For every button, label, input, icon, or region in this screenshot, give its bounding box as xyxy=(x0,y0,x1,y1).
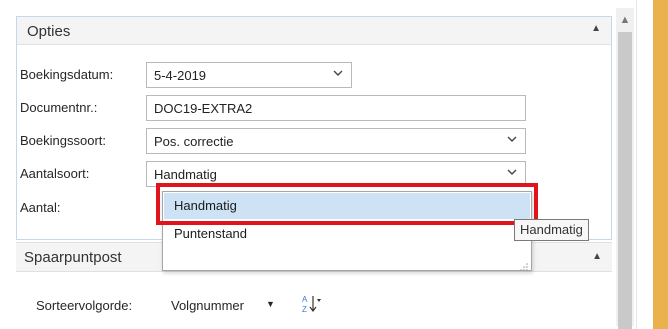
svg-text:A: A xyxy=(302,295,308,304)
resize-grip-icon[interactable] xyxy=(520,259,528,271)
boekingssoort-label: Boekingssoort: xyxy=(20,133,106,148)
options-title: Opties xyxy=(27,23,71,40)
scrollbar-thumb[interactable] xyxy=(618,32,632,329)
documentnr-label: Documentnr.: xyxy=(20,100,98,115)
side-gap xyxy=(636,0,653,329)
boekingsdatum-label: Boekingsdatum: xyxy=(20,67,114,82)
sort-label: Sorteervolgorde: xyxy=(36,298,133,313)
aantalsoort-label: Aantalsoort: xyxy=(20,166,90,181)
vertical-scrollbar[interactable]: ▲ xyxy=(616,8,634,329)
documentnr-value: DOC19-EXTRA2 xyxy=(154,101,253,116)
sort-az-icon[interactable]: A Z xyxy=(300,293,322,315)
scroll-up-icon[interactable]: ▲ xyxy=(616,10,634,30)
highlight-annotation xyxy=(156,183,538,225)
options-panel-header[interactable]: Opties ▲ xyxy=(17,17,611,45)
collapse-icon[interactable]: ▲ xyxy=(591,23,601,34)
caret-down-icon[interactable]: ▼ xyxy=(266,299,275,309)
spaarpuntpost-title: Spaarpuntpost xyxy=(24,249,122,266)
boekingsdatum-field[interactable]: 5-4-2019 xyxy=(146,62,352,88)
chevron-down-icon[interactable] xyxy=(507,134,517,144)
chevron-down-icon[interactable] xyxy=(333,68,343,78)
aantalsoort-value: Handmatig xyxy=(154,167,217,182)
chevron-down-icon[interactable] xyxy=(507,167,517,177)
sort-value[interactable]: Volgnummer xyxy=(171,298,244,313)
boekingssoort-field[interactable]: Pos. correctie xyxy=(146,128,526,154)
collapse-icon[interactable]: ▲ xyxy=(592,251,602,262)
aantal-label: Aantal: xyxy=(20,200,61,215)
documentnr-field[interactable]: DOC19-EXTRA2 xyxy=(146,95,526,121)
svg-text:Z: Z xyxy=(302,305,307,314)
accent-strip xyxy=(653,0,668,329)
tooltip: Handmatig xyxy=(514,219,589,241)
option-label: Puntenstand xyxy=(174,226,248,241)
boekingsdatum-value: 5-4-2019 xyxy=(154,68,207,83)
boekingssoort-value: Pos. correctie xyxy=(154,134,234,149)
